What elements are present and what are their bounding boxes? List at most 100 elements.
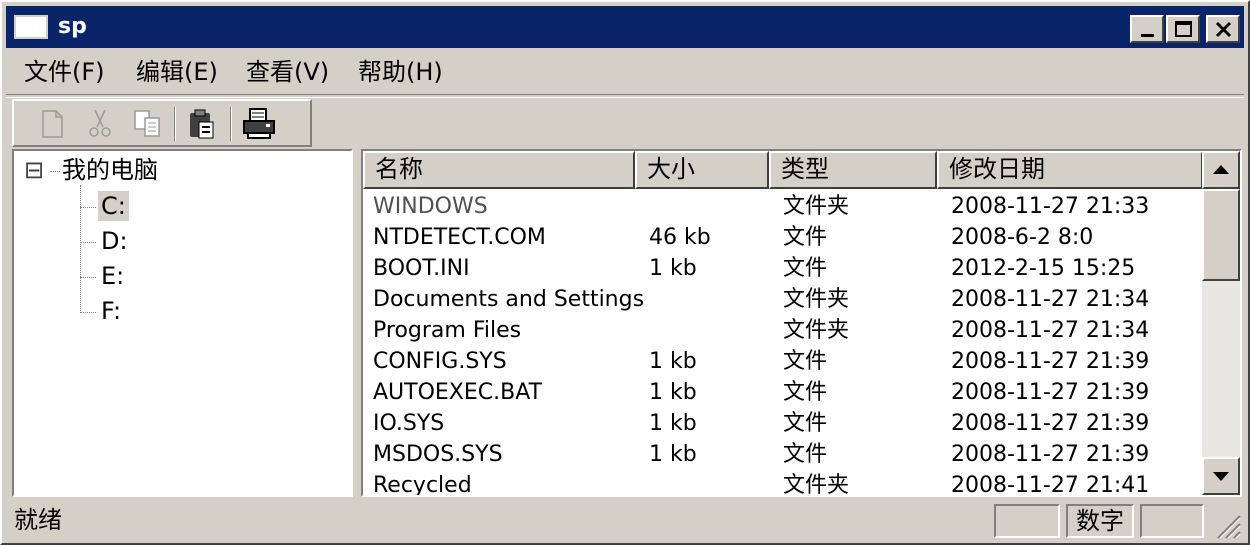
arrow-down-icon xyxy=(1213,472,1229,481)
menu-file[interactable]: 文件(F) xyxy=(24,56,105,88)
status-pane-scroll xyxy=(1140,504,1204,538)
status-pane-num: 数字 xyxy=(1066,504,1134,538)
file-type-cell: 文件 xyxy=(783,225,828,250)
new-button[interactable] xyxy=(34,107,70,141)
status-bar: 就绪 数字 xyxy=(6,500,1244,542)
tree-connector xyxy=(80,277,96,278)
column-header-type[interactable]: 类型 xyxy=(769,151,937,189)
file-name-cell: AUTOEXEC.BAT xyxy=(373,380,543,405)
file-date-cell: 2008-11-27 21:39 xyxy=(951,442,1150,467)
window-title: sp xyxy=(58,14,87,39)
file-name-cell: NTDETECT.COM xyxy=(373,225,546,250)
file-type-cell: 文件夹 xyxy=(783,318,850,343)
file-size-cell: 1 kb xyxy=(649,442,697,467)
file-name-cell: WINDOWS xyxy=(373,194,488,219)
file-name-cell: CONFIG.SYS xyxy=(373,349,507,374)
app-window: sp 文件(F) 编辑(E) 查看(V) 帮助(H) ⊟ 我的电脑 C: D: … xyxy=(0,0,1250,545)
file-size-cell: 1 kb xyxy=(649,380,697,405)
paste-button[interactable] xyxy=(184,107,220,141)
collapse-toggle[interactable]: ⊟ xyxy=(24,155,44,185)
status-text: 就绪 xyxy=(14,506,62,534)
cut-icon xyxy=(89,109,111,137)
printer-icon xyxy=(243,108,275,139)
column-header-modified[interactable]: 修改日期 xyxy=(937,151,1203,189)
file-type-cell: 文件 xyxy=(783,380,828,405)
file-date-cell: 2008-11-27 21:41 xyxy=(951,473,1150,497)
tree-connector xyxy=(80,242,96,243)
file-date-cell: 2008-11-27 21:33 xyxy=(951,194,1150,219)
file-row[interactable]: Program Files 文件夹 2008-11-27 21:34 xyxy=(363,315,1203,346)
window-icon xyxy=(14,15,48,39)
menu-view[interactable]: 查看(V) xyxy=(246,56,329,88)
file-type-cell: 文件夹 xyxy=(783,473,850,497)
maximize-button[interactable] xyxy=(1166,15,1200,43)
file-row[interactable]: IO.SYS 1 kb 文件 2008-11-27 21:39 xyxy=(363,408,1203,439)
file-type-cell: 文件夹 xyxy=(783,194,850,219)
file-size-cell: 1 kb xyxy=(649,256,697,281)
tree-connector xyxy=(50,171,60,172)
copy-button[interactable] xyxy=(130,107,166,141)
close-icon xyxy=(1215,21,1232,38)
file-date-cell: 2008-11-27 21:34 xyxy=(951,318,1150,343)
vertical-scrollbar[interactable] xyxy=(1202,151,1240,495)
file-row[interactable]: Recycled 文件夹 2008-11-27 21:41 xyxy=(363,470,1203,497)
file-row[interactable]: NTDETECT.COM 46 kb 文件 2008-6-2 8:0 xyxy=(363,222,1203,253)
file-row[interactable]: BOOT.INI 1 kb 文件 2012-2-15 15:25 xyxy=(363,253,1203,284)
file-name-cell: IO.SYS xyxy=(373,411,445,436)
file-size-cell: 1 kb xyxy=(649,349,697,374)
column-header-size[interactable]: 大小 xyxy=(635,151,769,189)
toolbar-divider xyxy=(230,107,232,141)
paste-icon xyxy=(190,109,214,139)
toolbar-divider xyxy=(174,107,176,141)
file-type-cell: 文件 xyxy=(783,411,828,436)
tree-item-drive-e[interactable]: E: xyxy=(101,261,124,291)
close-button[interactable] xyxy=(1206,15,1240,43)
file-date-cell: 2008-11-27 21:39 xyxy=(951,380,1150,405)
menu-help[interactable]: 帮助(H) xyxy=(358,56,443,88)
file-name-cell: Documents and Settings xyxy=(373,287,645,312)
folder-tree[interactable]: ⊟ 我的电脑 C: D: E: F: xyxy=(12,149,353,497)
file-type-cell: 文件夹 xyxy=(783,287,850,312)
file-name-cell: Recycled xyxy=(373,473,472,497)
file-type-cell: 文件 xyxy=(783,442,828,467)
cut-button[interactable] xyxy=(82,107,118,141)
maximize-icon xyxy=(1175,21,1192,37)
file-date-cell: 2008-6-2 8:0 xyxy=(951,225,1094,250)
file-size-cell: 1 kb xyxy=(649,411,697,436)
tree-item-drive-f[interactable]: F: xyxy=(101,296,121,326)
status-pane-caps xyxy=(994,504,1060,538)
resize-grip-icon[interactable] xyxy=(1212,510,1242,540)
file-type-cell: 文件 xyxy=(783,256,828,281)
file-list[interactable]: 名称 大小 类型 修改日期 WINDOWS 文件夹 2008-11-27 21:33… xyxy=(361,149,1242,497)
new-file-icon xyxy=(42,110,63,138)
file-row[interactable]: CONFIG.SYS 1 kb 文件 2008-11-27 21:39 xyxy=(363,346,1203,377)
minimize-icon xyxy=(1141,34,1154,37)
toolbar xyxy=(12,99,312,147)
tree-connector xyxy=(80,312,96,313)
file-date-cell: 2012-2-15 15:25 xyxy=(951,256,1136,281)
column-header-name[interactable]: 名称 xyxy=(363,151,635,189)
file-row[interactable]: AUTOEXEC.BAT 1 kb 文件 2008-11-27 21:39 xyxy=(363,377,1203,408)
menu-edit[interactable]: 编辑(E) xyxy=(136,56,218,88)
file-row[interactable]: MSDOS.SYS 1 kb 文件 2008-11-27 21:39 xyxy=(363,439,1203,470)
scroll-thumb[interactable] xyxy=(1202,189,1240,281)
arrow-up-icon xyxy=(1213,165,1229,174)
title-bar[interactable]: sp xyxy=(6,6,1244,48)
tree-item-drive-c[interactable]: C: xyxy=(98,191,129,221)
minimize-button[interactable] xyxy=(1130,15,1164,43)
copy-icon xyxy=(134,110,160,137)
file-size-cell: 46 kb xyxy=(649,225,711,250)
scroll-up-button[interactable] xyxy=(1202,151,1240,189)
menu-bar: 文件(F) 编辑(E) 查看(V) 帮助(H) xyxy=(6,50,1244,94)
file-row[interactable]: WINDOWS 文件夹 2008-11-27 21:33 xyxy=(363,191,1203,222)
tree-item-drive-d[interactable]: D: xyxy=(101,226,128,256)
file-name-cell: MSDOS.SYS xyxy=(373,442,503,467)
file-date-cell: 2008-11-27 21:39 xyxy=(951,349,1150,374)
print-button[interactable] xyxy=(240,107,276,141)
file-row[interactable]: Documents and Settings 文件夹 2008-11-27 21:3… xyxy=(363,284,1203,315)
tree-connector xyxy=(80,185,81,313)
tree-root-my-computer[interactable]: 我的电脑 xyxy=(62,155,158,185)
scroll-down-button[interactable] xyxy=(1202,457,1240,495)
file-name-cell: Program Files xyxy=(373,318,522,343)
file-type-cell: 文件 xyxy=(783,349,828,374)
